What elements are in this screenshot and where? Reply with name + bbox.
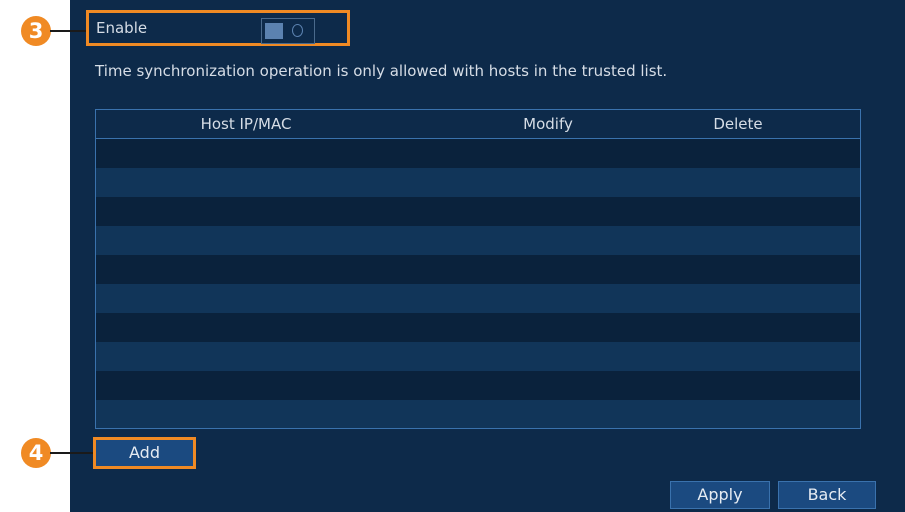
table-row [96, 168, 860, 197]
apply-button[interactable]: Apply [670, 481, 770, 509]
table-row [96, 139, 860, 168]
screenshot-stage: 3 Enable Time synchronization operation … [0, 0, 905, 512]
callout-badge-enable: 3 [21, 16, 51, 46]
enable-label: Enable [96, 19, 148, 37]
trusted-hosts-table: Host IP/MAC Modify Delete [95, 109, 861, 429]
column-header-modify: Modify [523, 115, 573, 133]
add-button[interactable]: Add [96, 440, 193, 466]
table-header: Host IP/MAC Modify Delete [96, 110, 860, 139]
table-row [96, 255, 860, 284]
toggle-knob [265, 23, 283, 39]
callout-badge-add: 4 [21, 438, 51, 468]
trusted-list-info-text: Time synchronization operation is only a… [95, 62, 668, 80]
column-header-host: Host IP/MAC [200, 115, 292, 133]
table-row [96, 197, 860, 226]
column-header-delete: Delete [713, 115, 763, 133]
enable-toggle[interactable] [261, 18, 315, 44]
table-row [96, 313, 860, 342]
table-row [96, 371, 860, 400]
table-row [96, 342, 860, 371]
back-button[interactable]: Back [778, 481, 876, 509]
table-row [96, 284, 860, 313]
toggle-off-icon [292, 24, 303, 37]
table-row [96, 400, 860, 428]
callout-line-enable [50, 30, 88, 32]
table-row [96, 226, 860, 255]
callout-line-add [50, 452, 94, 454]
